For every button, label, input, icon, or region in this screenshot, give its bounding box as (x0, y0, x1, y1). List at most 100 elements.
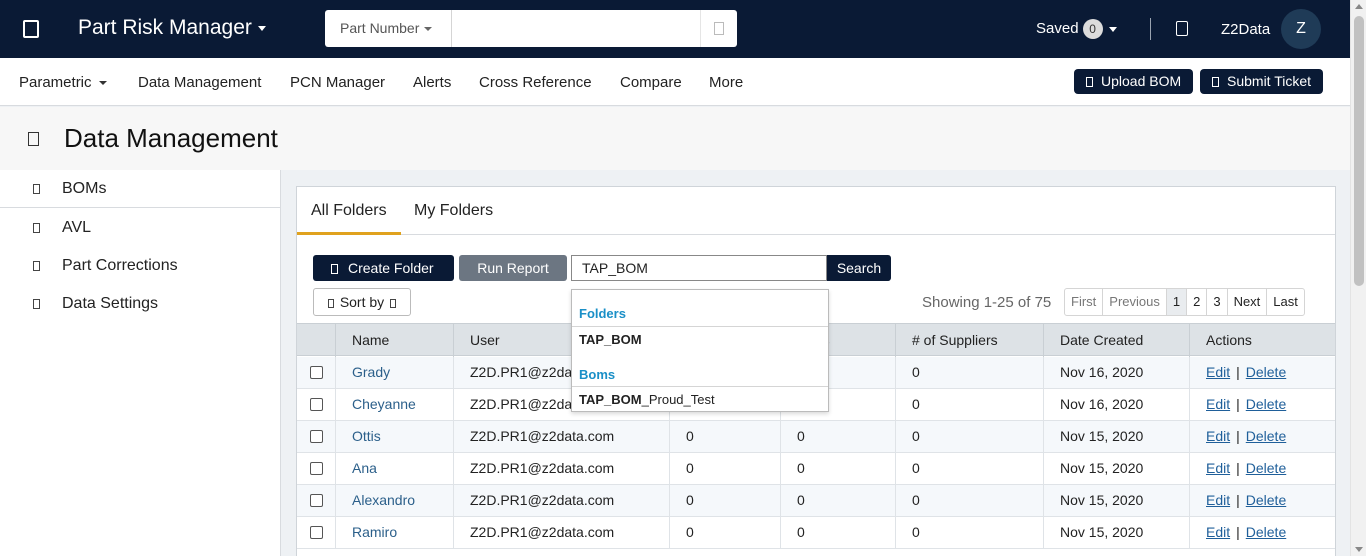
delete-link[interactable]: Delete (1246, 492, 1286, 508)
scroll-up-icon[interactable] (1355, 4, 1363, 9)
submit-ticket-button[interactable]: Submit Ticket (1200, 69, 1324, 94)
sort-by-button[interactable]: Sort by (313, 288, 411, 316)
scrollbar-thumb[interactable] (1354, 16, 1364, 286)
cell-date: Nov 16, 2020 (1043, 389, 1189, 421)
cell-c4: 0 (780, 421, 895, 453)
row-actions: Edit | Delete (1189, 517, 1335, 549)
sidebar-item-avl[interactable]: AVL (0, 209, 281, 247)
cell-suppliers: 0 (895, 357, 1043, 389)
delete-link[interactable]: Delete (1246, 460, 1286, 476)
suggestion-folder-item[interactable]: TAP_BOM (572, 326, 828, 351)
sidebar-item-boms[interactable]: BOMs (0, 170, 281, 208)
suggestion-bom-item[interactable]: TAP_BOM_Proud_Test (572, 386, 828, 411)
table-row: Ramiro Z2D.PR1@z2data.com 0 0 0 Nov 15, 2020 E… (297, 517, 1335, 549)
row-checkbox[interactable] (310, 366, 323, 379)
nav-pcn-manager[interactable]: PCN Manager (290, 74, 385, 91)
delete-link[interactable]: Delete (1246, 428, 1286, 444)
row-name-link[interactable]: Ramiro (335, 517, 453, 549)
edit-link[interactable]: Edit (1206, 364, 1230, 380)
chevron-down-icon (424, 27, 433, 32)
row-checkbox[interactable] (310, 526, 323, 539)
nav-cross-reference[interactable]: Cross Reference (479, 74, 592, 91)
page-last[interactable]: Last (1267, 289, 1304, 315)
search-icon (714, 22, 724, 35)
row-actions: Edit | Delete (1189, 357, 1335, 389)
avatar[interactable]: Z (1281, 9, 1321, 49)
row-checkbox[interactable] (310, 494, 323, 507)
cell-user: Z2D.PR1@z2data.com (453, 517, 669, 549)
search-type-dropdown[interactable]: Part Number (325, 10, 452, 47)
row-name-link[interactable]: Ottis (335, 421, 453, 453)
nav-data-management[interactable]: Data Management (138, 74, 261, 91)
edit-link[interactable]: Edit (1206, 492, 1230, 508)
chevron-down-icon (1108, 26, 1117, 32)
tab-my-folders[interactable]: My Folders (400, 187, 507, 235)
global-search-button[interactable] (700, 10, 737, 47)
folder-search-input[interactable] (571, 255, 827, 281)
saved-menu[interactable]: Saved 0 (1036, 19, 1117, 39)
page-previous[interactable]: Previous (1103, 289, 1167, 315)
col-name[interactable]: Name (335, 324, 453, 357)
cell-suppliers: 0 (895, 485, 1043, 517)
chevron-down-icon (257, 25, 266, 31)
page-first[interactable]: First (1065, 289, 1104, 315)
edit-link[interactable]: Edit (1206, 396, 1230, 412)
delete-link[interactable]: Delete (1246, 396, 1286, 412)
action-separator: | (1236, 524, 1240, 540)
row-checkbox[interactable] (310, 462, 323, 475)
results-count: Showing 1-25 of 75 (922, 294, 1052, 311)
col-suppliers[interactable]: # of Suppliers (895, 324, 1043, 357)
row-checkbox[interactable] (310, 398, 323, 411)
cell-date: Nov 15, 2020 (1043, 485, 1189, 517)
app-menu-icon[interactable] (23, 20, 39, 38)
global-search-input[interactable] (453, 10, 700, 47)
divider (1150, 18, 1151, 40)
row-name-link[interactable]: Alexandro (335, 485, 453, 517)
sidebar-item-data-settings[interactable]: Data Settings (0, 285, 281, 323)
page-header: Data Management (0, 107, 1350, 170)
saved-count-badge: 0 (1082, 19, 1103, 39)
top-bar: Part Risk Manager Part Number Saved 0 Z2D… (0, 0, 1350, 58)
org-name[interactable]: Z2Data (1221, 21, 1270, 38)
search-button[interactable]: Search (827, 255, 891, 281)
edit-link[interactable]: Edit (1206, 460, 1230, 476)
page-1[interactable]: 1 (1166, 289, 1188, 315)
nav-compare[interactable]: Compare (620, 74, 682, 91)
nav-more[interactable]: More (709, 74, 743, 91)
suggestions-folders-header: Folders (579, 306, 626, 321)
page-scrollbar[interactable] (1350, 0, 1366, 556)
upload-bom-button[interactable]: Upload BOM (1074, 69, 1194, 94)
tab-all-folders[interactable]: All Folders (297, 187, 401, 235)
delete-link[interactable]: Delete (1246, 524, 1286, 540)
action-separator: | (1236, 460, 1240, 476)
col-actions: Actions (1189, 324, 1335, 357)
upload-icon (1086, 77, 1093, 87)
row-name-link[interactable]: Cheyanne (335, 389, 453, 421)
action-separator: | (1236, 396, 1240, 412)
page-next[interactable]: Next (1228, 289, 1268, 315)
row-name-link[interactable]: Ana (335, 453, 453, 485)
cell-c4: 0 (780, 517, 895, 549)
create-folder-button[interactable]: Create Folder (313, 255, 454, 281)
edit-link[interactable]: Edit (1206, 524, 1230, 540)
cell-suppliers: 0 (895, 389, 1043, 421)
row-checkbox[interactable] (310, 430, 323, 443)
scroll-down-icon[interactable] (1355, 547, 1363, 552)
page-3[interactable]: 3 (1207, 289, 1228, 315)
pagination: First Previous 1 2 3 Next Last (1064, 288, 1305, 316)
nav-alerts[interactable]: Alerts (413, 74, 451, 91)
sidebar-item-part-corrections[interactable]: Part Corrections (0, 247, 281, 285)
cell-suppliers: 0 (895, 453, 1043, 485)
nav-parametric[interactable]: Parametric (19, 74, 107, 91)
edit-link[interactable]: Edit (1206, 428, 1230, 444)
app-switcher[interactable]: Part Risk Manager (78, 16, 266, 40)
delete-link[interactable]: Delete (1246, 364, 1286, 380)
bom-icon (33, 184, 40, 194)
folder-plus-icon (331, 264, 338, 274)
col-date-created[interactable]: Date Created (1043, 324, 1189, 357)
row-name-link[interactable]: Grady (335, 357, 453, 389)
notifications-icon[interactable] (1176, 21, 1188, 36)
run-report-button[interactable]: Run Report (459, 255, 567, 281)
page-2[interactable]: 2 (1187, 289, 1208, 315)
list-icon (33, 223, 40, 233)
